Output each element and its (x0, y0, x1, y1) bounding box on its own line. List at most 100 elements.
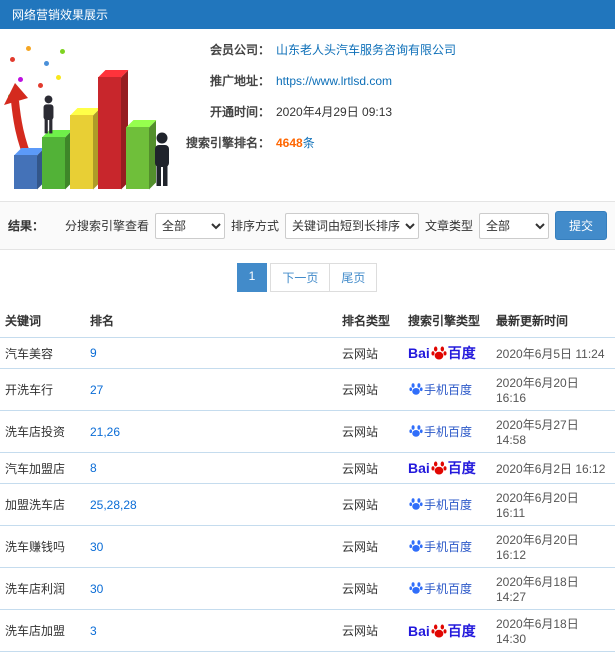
marketing-chart-illustration (0, 37, 178, 199)
promotion-url-label: 推广地址： (209, 74, 270, 88)
ranking-unit: 条 (302, 136, 315, 150)
results-table-body: 汽车美容 9 云网站 Bai 百度 2020年6月5日 11:24 开洗车行 27… (0, 337, 615, 652)
rank-value: 8 (90, 461, 97, 475)
table-row: 洗车店利润 30 云网站 手机百度 2020年6月18日 14:27 (0, 567, 615, 610)
results-label: 结果： (8, 219, 45, 233)
info-row-ranking: 搜索引擎排名： 4648条 (178, 134, 456, 151)
rank-value: 21,26 (90, 424, 121, 439)
rank-value: 30 (90, 581, 104, 596)
rank-value: 30 (90, 539, 104, 554)
chart-bar (126, 127, 149, 189)
rank-value: 3 (90, 623, 97, 638)
sort-filter-label: 排序方式 (230, 219, 279, 233)
rank-value: 25,28,28 (90, 497, 137, 512)
table-header-row: 关键词 排名 排名类型 搜索引擎类型 最新更新时间 (0, 304, 615, 338)
update-time-text: 2020年6月20日 16:12 (496, 533, 579, 562)
mobile-baidu-paw-icon (409, 425, 423, 437)
rank-type-text: 云网站 (342, 498, 379, 512)
keyword-text: 汽车加盟店 (5, 461, 66, 476)
chart-bar (98, 77, 121, 189)
baidu-paw-icon (431, 623, 447, 638)
chart-bar (70, 115, 93, 189)
ranking-count: 4648 (276, 136, 303, 150)
confetti-dot (56, 75, 61, 80)
rank-type-text: 云网站 (342, 346, 379, 361)
update-time-text: 2020年6月20日 16:16 (496, 376, 579, 405)
page-title: 网络营销效果展示 (12, 8, 109, 22)
sort-select[interactable]: 关键词由短到长排序 (284, 212, 419, 239)
company-link[interactable]: 山东老人头汽车服务咨询有限公司 (276, 43, 456, 57)
next-page-button[interactable]: 下一页 (270, 263, 331, 292)
mobile-baidu-logo: 手机百度 (408, 425, 472, 439)
keyword-text: 洗车店投资 (5, 425, 66, 439)
chart-bar (14, 155, 37, 189)
rank-type-text: 云网站 (342, 540, 379, 554)
confetti-dot (44, 61, 49, 66)
rank-value: 27 (90, 382, 104, 397)
baidu-logo: Bai 百度 (408, 622, 476, 639)
confetti-dot (10, 57, 15, 62)
update-time-text: 2020年5月27日 14:58 (496, 418, 579, 447)
col-header-updated: 最新更新时间 (491, 304, 615, 338)
mobile-baidu-paw-icon (409, 383, 423, 395)
table-row: 加盟洗车店 25,28,28 云网站 手机百度 2020年6月20日 16:11 (0, 483, 615, 526)
keyword-text: 洗车店利润 (5, 582, 66, 596)
mobile-baidu-logo: 手机百度 (408, 582, 472, 596)
pagination: 1 下一页 尾页 (0, 263, 615, 292)
filter-bar: 结果： 分搜索引擎查看 全部 排序方式 关键词由短到长排序 文章类型 全部 提交 (0, 201, 615, 250)
engine-select[interactable]: 全部 (154, 212, 225, 239)
page-1-button[interactable]: 1 (236, 263, 268, 292)
update-time-text: 2020年6月18日 14:30 (496, 617, 579, 646)
keyword-text: 加盟洗车店 (5, 498, 66, 512)
businessman-figure-icon (155, 132, 169, 186)
update-time-text: 2020年6月18日 14:27 (496, 575, 579, 604)
info-row-url: 推广地址： https://www.lrtlsd.com (178, 72, 456, 89)
rank-type-text: 云网站 (342, 461, 379, 476)
update-time-text: 2020年6月2日 16:12 (496, 461, 606, 476)
baidu-paw-icon (431, 461, 447, 475)
engine-filter-label: 分搜索引擎查看 (64, 219, 149, 233)
submit-button[interactable]: 提交 (554, 211, 607, 240)
article-type-filter-label: 文章类型 (424, 219, 473, 233)
rank-type-text: 云网站 (342, 624, 379, 638)
update-time-text: 2020年6月20日 16:11 (496, 491, 579, 520)
confetti-dot (60, 49, 65, 54)
col-header-engine-type: 搜索引擎类型 (403, 304, 491, 338)
mobile-baidu-paw-icon (409, 540, 423, 552)
last-page-button[interactable]: 尾页 (329, 263, 378, 292)
col-header-rank-type: 排名类型 (337, 304, 403, 338)
baidu-logo: Bai 百度 (408, 460, 476, 476)
update-time-text: 2020年6月5日 11:24 (496, 346, 605, 361)
col-header-keyword: 关键词 (0, 304, 85, 338)
mobile-baidu-logo: 手机百度 (408, 498, 472, 512)
company-label: 会员公司： (209, 43, 270, 57)
filter-controls: 分搜索引擎查看 全部 排序方式 关键词由短到长排序 文章类型 全部 提交 (65, 211, 607, 240)
table-row: 汽车加盟店 8 云网站 Bai 百度 2020年6月2日 16:12 (0, 452, 615, 484)
open-time-value: 2020年4月29日 09:13 (276, 105, 393, 119)
keyword-text: 开洗车行 (5, 383, 54, 397)
page-title-bar: 网络营销效果展示 (0, 0, 615, 29)
table-row: 汽车美容 9 云网站 Bai 百度 2020年6月5日 11:24 (0, 337, 615, 369)
mobile-baidu-paw-icon (409, 582, 423, 594)
info-row-open-time: 开通时间： 2020年4月29日 09:13 (178, 103, 456, 120)
table-row: 开洗车行 27 云网站 手机百度 2020年6月20日 16:16 (0, 368, 615, 411)
confetti-dot (38, 83, 43, 88)
rank-value: 9 (90, 346, 97, 360)
member-info-list: 会员公司： 山东老人头汽车服务咨询有限公司 推广地址： https://www.… (178, 37, 456, 199)
person-figure-icon (43, 95, 54, 134)
baidu-logo: Bai 百度 (408, 345, 476, 361)
keyword-text: 洗车店加盟 (5, 624, 66, 638)
promotion-url-link[interactable]: https://www.lrtlsd.com (276, 74, 392, 88)
info-row-company: 会员公司： 山东老人头汽车服务咨询有限公司 (178, 41, 456, 58)
table-row: 洗车店投资 21,26 云网站 手机百度 2020年5月27日 14:58 (0, 410, 615, 453)
ranking-label: 搜索引擎排名： (185, 136, 270, 150)
table-row: 洗车店加盟 3 云网站 Bai 百度 2020年6月18日 14:30 (0, 609, 615, 652)
col-header-rank: 排名 (85, 304, 337, 338)
chart-bar (42, 137, 65, 189)
article-type-select[interactable]: 全部 (478, 212, 549, 239)
keyword-text: 汽车美容 (5, 346, 54, 361)
mobile-baidu-logo: 手机百度 (408, 540, 472, 554)
rank-type-text: 云网站 (342, 582, 379, 596)
rank-type-text: 云网站 (342, 425, 379, 439)
results-table: 关键词 排名 排名类型 搜索引擎类型 最新更新时间 汽车美容 9 云网站 Bai… (0, 304, 615, 652)
